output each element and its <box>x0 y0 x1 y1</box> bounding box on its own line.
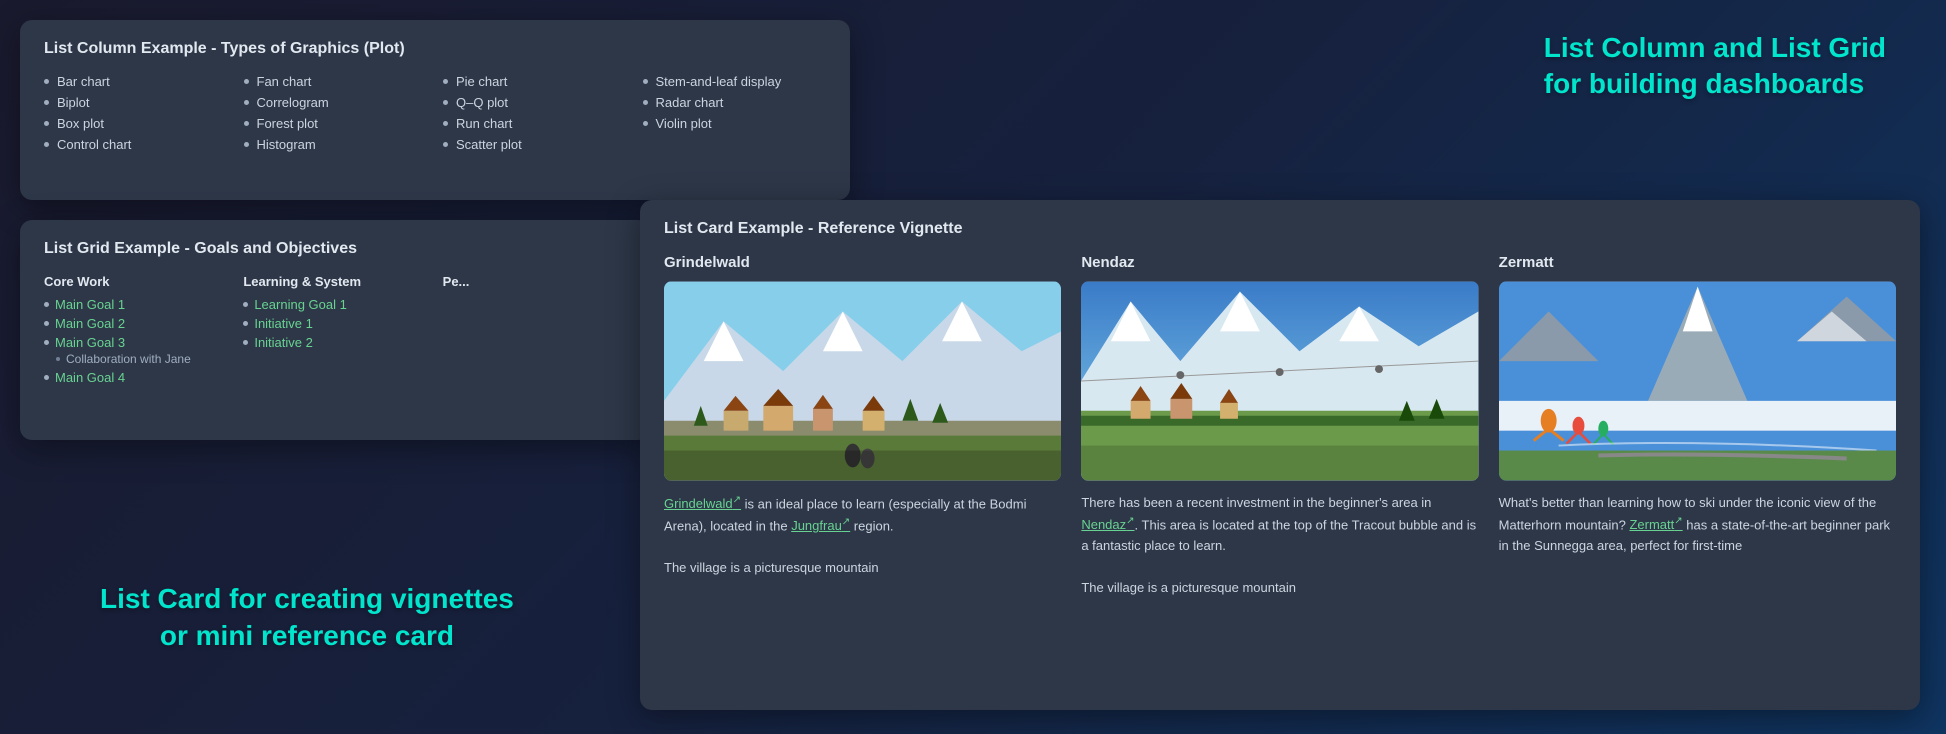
list-item: Violin plot <box>643 116 827 131</box>
list-item: Learning Goal 1 <box>243 297 426 312</box>
zermatt-text: What's better than learning how to ski u… <box>1499 493 1896 598</box>
list-item: Run chart <box>443 116 627 131</box>
list-column-2: Fan chart Correlogram Forest plot Histog… <box>244 74 428 152</box>
grindelwald-link[interactable]: Grindelwald↗ <box>664 496 741 511</box>
bullet-icon <box>243 321 248 326</box>
bullet-icon <box>443 121 448 126</box>
list-item: Control chart <box>44 137 228 152</box>
list-item: Bar chart <box>44 74 228 89</box>
card-grid: Grindelwald <box>664 254 1896 598</box>
bullet-icon <box>443 79 448 84</box>
list-item: Correlogram <box>244 95 428 110</box>
bullet-icon <box>443 100 448 105</box>
learning-goal-1-link[interactable]: Learning Goal 1 <box>254 297 347 312</box>
list-item: Histogram <box>244 137 428 152</box>
bullet-icon <box>243 340 248 345</box>
grindelwald-title: Grindelwald <box>664 254 1061 271</box>
list-item: Scatter plot <box>443 137 627 152</box>
list-item: Radar chart <box>643 95 827 110</box>
main-goal-4-link[interactable]: Main Goal 4 <box>55 370 125 385</box>
small-bullet-icon <box>56 357 60 361</box>
nendaz-text: There has been a recent investment in th… <box>1081 493 1478 598</box>
bullet-icon <box>443 142 448 147</box>
grindelwald-text: Grindelwald↗ is an ideal place to learn … <box>664 493 1061 598</box>
bullet-icon <box>44 340 49 345</box>
list-column-3: Pie chart Q–Q plot Run chart Scatter plo… <box>443 74 627 152</box>
grid-columns: Core Work Main Goal 1 Main Goal 2 Main G… <box>44 274 626 389</box>
list-item: Initiative 1 <box>243 316 426 331</box>
list-item: Stem-and-leaf display <box>643 74 827 89</box>
grid-column-core-work: Core Work Main Goal 1 Main Goal 2 Main G… <box>44 274 227 389</box>
list-column-1: Bar chart Biplot Box plot Control chart <box>44 74 228 152</box>
grindelwald-image <box>664 281 1061 481</box>
list-item: Biplot <box>44 95 228 110</box>
bullet-icon <box>44 121 49 126</box>
bullet-icon <box>243 302 248 307</box>
panel-list-column-title: List Column Example - Types of Graphics … <box>44 40 826 58</box>
nendaz-image <box>1081 281 1478 481</box>
list-item: Forest plot <box>244 116 428 131</box>
list-item: Initiative 2 <box>243 335 426 350</box>
bullet-icon <box>643 121 648 126</box>
panel-list-grid: List Grid Example - Goals and Objectives… <box>20 220 650 440</box>
bullet-icon <box>244 142 249 147</box>
bullet-icon <box>44 79 49 84</box>
card-zermatt: Zermatt <box>1499 254 1896 598</box>
grid-column-pe: Pe... <box>443 274 626 389</box>
floating-label-top-right: List Column and List Grid for building d… <box>1544 30 1886 103</box>
bullet-icon <box>643 100 648 105</box>
bullet-icon <box>643 79 648 84</box>
main-goal-2-link[interactable]: Main Goal 2 <box>55 316 125 331</box>
zermatt-title: Zermatt <box>1499 254 1896 271</box>
grid-column-learning: Learning & System Learning Goal 1 Initia… <box>243 274 426 389</box>
list-item: Main Goal 4 <box>44 370 227 385</box>
bullet-icon <box>244 121 249 126</box>
panel-list-grid-title: List Grid Example - Goals and Objectives <box>44 240 626 258</box>
grid-col-header: Learning & System <box>243 274 426 289</box>
bullet-icon <box>44 100 49 105</box>
zermatt-link[interactable]: Zermatt↗ <box>1629 517 1682 532</box>
panel-list-card-title: List Card Example - Reference Vignette <box>664 220 1896 238</box>
grid-col-header: Pe... <box>443 274 626 289</box>
bullet-icon <box>44 321 49 326</box>
list-column-4: Stem-and-leaf display Radar chart Violin… <box>643 74 827 152</box>
bullet-icon <box>244 100 249 105</box>
card-grindelwald: Grindelwald <box>664 254 1061 598</box>
list-item: Pie chart <box>443 74 627 89</box>
list-item: Main Goal 2 <box>44 316 227 331</box>
sub-item: Collaboration with Jane <box>44 352 227 366</box>
bullet-icon <box>244 79 249 84</box>
list-columns-grid: Bar chart Biplot Box plot Control chart … <box>44 74 826 152</box>
initiative-2-link[interactable]: Initiative 2 <box>254 335 313 350</box>
list-item: Q–Q plot <box>443 95 627 110</box>
bullet-icon <box>44 375 49 380</box>
list-item: Main Goal 1 <box>44 297 227 312</box>
card-nendaz: Nendaz <box>1081 254 1478 598</box>
list-item: Main Goal 3 <box>44 335 227 350</box>
list-item: Fan chart <box>244 74 428 89</box>
floating-label-bottom-left: List Card for creating vignettes or mini… <box>100 581 514 654</box>
nendaz-link[interactable]: Nendaz↗ <box>1081 517 1134 532</box>
panel-list-column: List Column Example - Types of Graphics … <box>20 20 850 200</box>
bullet-icon <box>44 142 49 147</box>
panel-list-card: List Card Example - Reference Vignette G… <box>640 200 1920 710</box>
jungfrau-link[interactable]: Jungfrau↗ <box>791 518 850 533</box>
grid-col-header: Core Work <box>44 274 227 289</box>
main-goal-3-link[interactable]: Main Goal 3 <box>55 335 125 350</box>
list-item: Box plot <box>44 116 228 131</box>
zermatt-image <box>1499 281 1896 481</box>
bullet-icon <box>44 302 49 307</box>
main-goal-1-link[interactable]: Main Goal 1 <box>55 297 125 312</box>
nendaz-title: Nendaz <box>1081 254 1478 271</box>
initiative-1-link[interactable]: Initiative 1 <box>254 316 313 331</box>
